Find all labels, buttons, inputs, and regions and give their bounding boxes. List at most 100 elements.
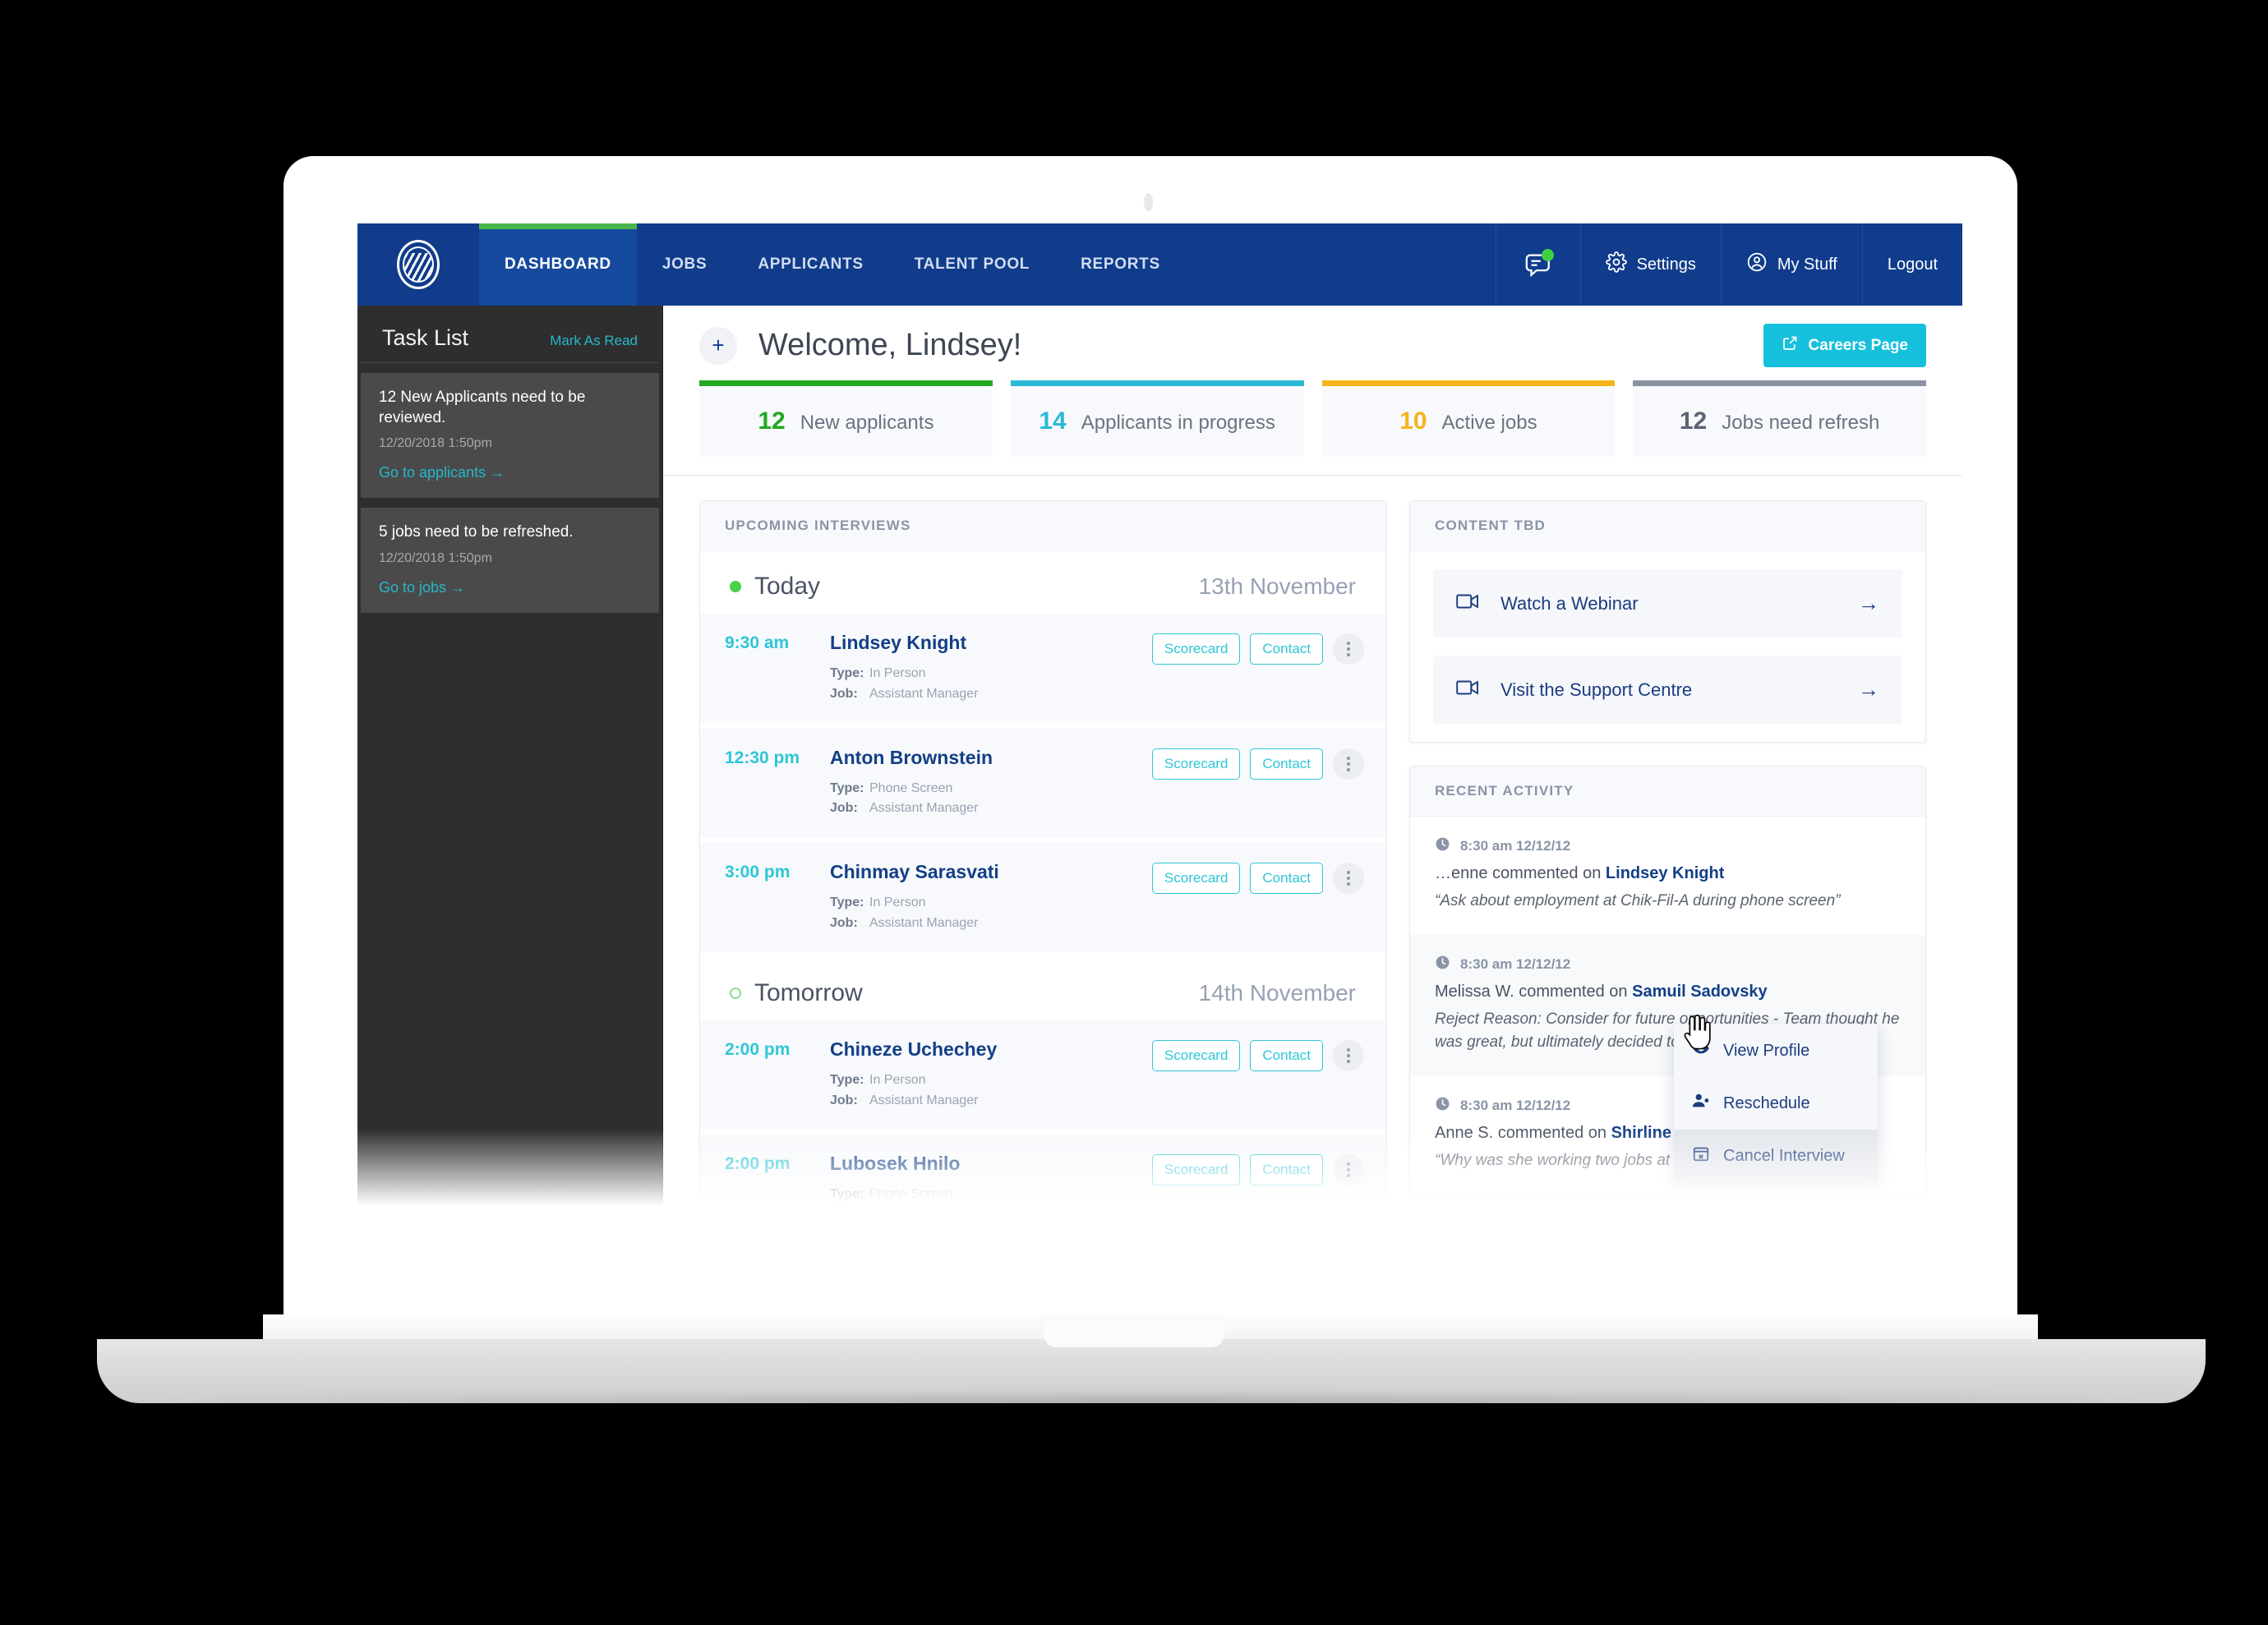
stat-label: New applicants (800, 412, 934, 434)
activity-subject[interactable]: Samuil Sadovsky (1632, 983, 1768, 1001)
company-logo-icon (397, 240, 440, 289)
interview-candidate-name[interactable]: Lindsey Knight (830, 632, 1152, 654)
stat-card-new-applicants[interactable]: 12 New applicants (699, 380, 993, 457)
kebab-menu-icon[interactable] (1333, 1154, 1364, 1186)
kebab-menu-icon[interactable] (1333, 633, 1364, 665)
nav-settings-button[interactable]: Settings (1579, 223, 1721, 306)
contact-button[interactable]: Contact (1250, 748, 1323, 780)
task-list-item[interactable]: 12 New Applicants need to be reviewed. 1… (361, 373, 659, 499)
app-logo[interactable] (357, 223, 479, 306)
scorecard-button[interactable]: Scorecard (1151, 863, 1241, 895)
user-circle-icon (1746, 251, 1768, 278)
nav-item-label: REPORTS (1081, 255, 1160, 273)
laptop-shadow (131, 1397, 2169, 1438)
task-list-item[interactable]: 5 jobs need to be refreshed. 12/20/2018 … (361, 508, 659, 614)
kebab-menu-icon[interactable] (1333, 1039, 1364, 1071)
interview-row[interactable]: 2:00 pm Lubosek Hnilo Type: Phone Screen … (700, 1135, 1385, 1224)
scorecard-button[interactable]: Scorecard (1151, 748, 1241, 780)
interview-row[interactable]: 3:00 pm Chinmay Sarasvati Type: In Person… (700, 843, 1385, 952)
nav-my-stuff-label: My Stuff (1777, 255, 1837, 274)
day-date: 14th November (1198, 979, 1356, 1006)
contact-button[interactable]: Contact (1250, 1154, 1323, 1186)
interview-candidate-name[interactable]: Chinmay Sarasvati (830, 861, 1152, 883)
video-camera-icon (1456, 678, 1481, 702)
activity-item[interactable]: 8:30 am 12/12/12 …enne commented on Lind… (1410, 817, 1925, 935)
interview-row[interactable]: 9:30 am Lindsey Knight Type: In Person Jo… (700, 614, 1385, 723)
contact-button[interactable]: Contact (1250, 863, 1323, 895)
content-item-support-centre[interactable]: Visit the Support Centre → (1433, 656, 1902, 724)
mark-as-read-link[interactable]: Mark As Read (550, 333, 638, 349)
interview-candidate-name[interactable]: Anton Brownstein (830, 747, 1152, 769)
activity-verb: commented on (1493, 1123, 1611, 1142)
menu-item-label: Reschedule (1723, 1093, 1810, 1112)
nav-messages-button[interactable] (1495, 223, 1580, 306)
recent-activity-title: RECENT ACTIVITY (1410, 766, 1925, 817)
chat-bubble-icon (1524, 249, 1554, 279)
calendar-cancel-icon (1692, 1144, 1710, 1167)
clock-icon (1435, 836, 1450, 856)
user-edit-icon (1692, 1092, 1710, 1115)
interview-type-value: Phone Screen (869, 1187, 953, 1202)
clock-icon (1435, 1096, 1450, 1116)
contact-button[interactable]: Contact (1250, 1039, 1323, 1071)
day-group-header-today: Today 13th November (700, 551, 1385, 614)
today-status-dot-icon (730, 581, 741, 592)
nav-my-stuff-button[interactable]: My Stuff (1720, 223, 1862, 306)
scorecard-button[interactable]: Scorecard (1151, 1154, 1241, 1186)
nav-item-dashboard[interactable]: DASHBOARD (479, 223, 637, 306)
menu-item-reschedule[interactable]: Reschedule (1674, 1077, 1878, 1130)
contact-button[interactable]: Contact (1250, 633, 1323, 665)
interview-time: 9:30 am (725, 633, 790, 652)
stat-label: Jobs need refresh (1722, 412, 1880, 434)
nav-item-applicants[interactable]: APPLICANTS (732, 223, 888, 306)
stat-label: Applicants in progress (1081, 412, 1275, 434)
unread-badge (1541, 249, 1554, 261)
interview-type-label: Type: (830, 780, 864, 795)
interview-type-label: Type: (830, 1187, 864, 1202)
interview-candidate-name[interactable]: Chineze Uchechey (830, 1038, 1152, 1061)
interview-time: 12:30 pm (725, 748, 800, 767)
nav-item-reports[interactable]: REPORTS (1055, 223, 1186, 306)
mouse-cursor (1684, 1014, 1712, 1051)
upcoming-interviews-panel: UPCOMING INTERVIEWS Today 13th November … (699, 500, 1386, 1227)
interview-row[interactable]: 12:30 pm Anton Brownstein Type: Phone Scr… (700, 728, 1385, 838)
kebab-menu-icon[interactable] (1333, 863, 1364, 895)
webcam-icon (1144, 193, 1153, 211)
interview-row[interactable]: 2:00 pm Chineze Uchechey Type: In Person … (700, 1020, 1385, 1130)
menu-item-cancel-interview[interactable]: Cancel Interview (1674, 1130, 1878, 1182)
stat-card-applicants-in-progress[interactable]: 14 Applicants in progress (1010, 380, 1304, 457)
stat-card-active-jobs[interactable]: 10 Active jobs (1321, 380, 1616, 457)
interview-job-value: Assistant Manager (869, 686, 979, 701)
interview-type-value: Phone Screen (869, 780, 953, 795)
activity-subject[interactable]: Lindsey Knight (1606, 864, 1724, 882)
nav-item-talent-pool[interactable]: TALENT POOL (889, 223, 1055, 306)
stat-value: 12 (1679, 407, 1708, 435)
task-link-jobs[interactable]: Go to jobs → (379, 579, 641, 596)
application-screen: DASHBOARD JOBS APPLICANTS TALENT POOL RE… (357, 223, 1962, 1227)
careers-page-button[interactable]: Careers Page (1763, 324, 1926, 367)
interview-time: 2:00 pm (725, 1154, 791, 1174)
interview-candidate-name[interactable]: Lubosek Hnilo (830, 1153, 1152, 1175)
nav-item-label: TALENT POOL (914, 255, 1030, 273)
nav-item-label: APPLICANTS (758, 255, 864, 273)
menu-item-label: View Profile (1723, 1041, 1810, 1060)
stat-card-jobs-need-refresh[interactable]: 12 Jobs need refresh (1633, 380, 1926, 457)
interview-job-label: Job: (830, 915, 858, 930)
kebab-menu-icon[interactable] (1333, 748, 1364, 780)
page-title: Welcome, Lindsey! (758, 328, 1022, 362)
plus-icon[interactable]: + (699, 326, 737, 365)
scorecard-button[interactable]: Scorecard (1151, 633, 1241, 665)
scorecard-button[interactable]: Scorecard (1151, 1039, 1241, 1071)
activity-verb: commented on (1487, 864, 1606, 882)
welcome-bar: + Welcome, Lindsey! Careers Page (663, 306, 1962, 367)
nav-logout-label: Logout (1887, 255, 1938, 274)
upcoming-interviews-title: UPCOMING INTERVIEWS (700, 501, 1385, 551)
nav-logout-button[interactable]: Logout (1861, 223, 1962, 306)
content-item-webinar[interactable]: Watch a Webinar → (1433, 569, 1902, 638)
interview-job-value: Assistant Manager (869, 1093, 979, 1107)
interview-type-label: Type: (830, 895, 864, 910)
nav-item-jobs[interactable]: JOBS (637, 223, 733, 306)
activity-quote: “Ask about employment at Chik-Fil-A duri… (1435, 892, 1841, 909)
task-link-applicants[interactable]: Go to applicants → (379, 464, 641, 481)
task-date: 12/20/2018 1:50pm (379, 436, 492, 451)
